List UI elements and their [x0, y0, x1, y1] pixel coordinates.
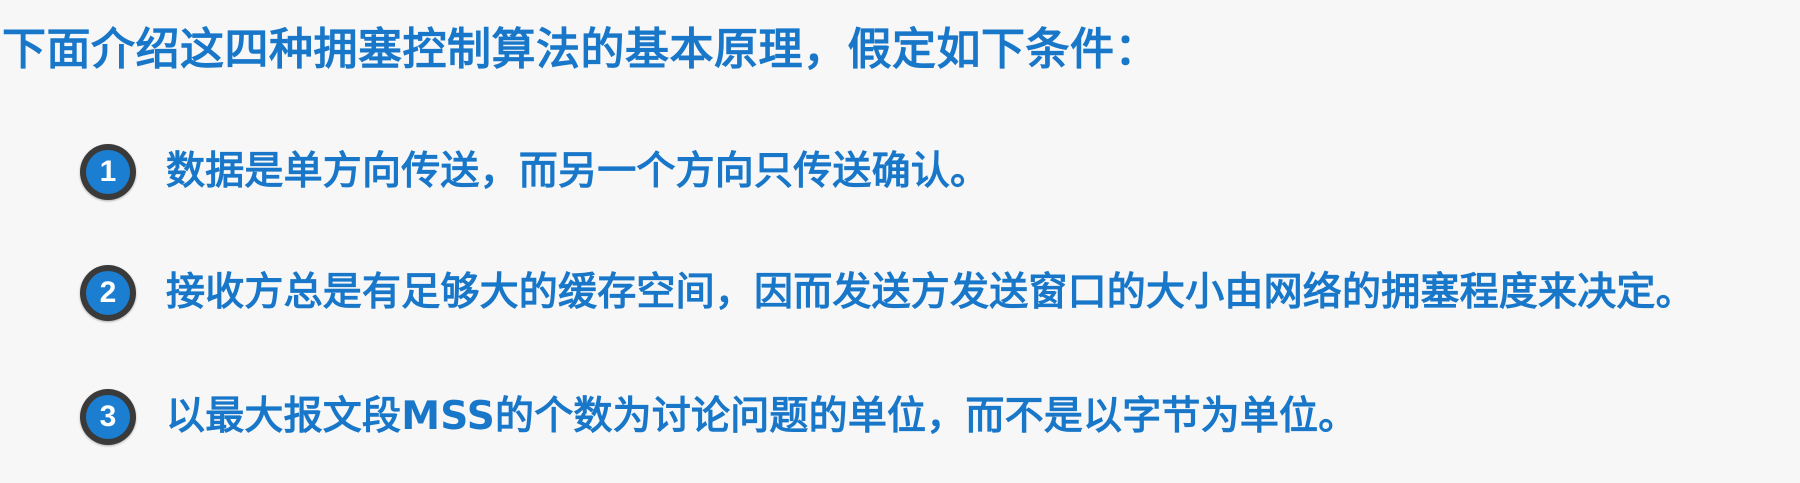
slide: 下面介绍这四种拥塞控制算法的基本原理，假定如下条件： 1 数据是单方向传送，而另… [0, 0, 1800, 483]
condition-item-2: 2 接收方总是有足够大的缓存空间，因而发送方发送窗口的大小由网络的拥塞程度来决定… [80, 257, 1695, 329]
slide-heading: 下面介绍这四种拥塞控制算法的基本原理，假定如下条件： [2, 24, 1159, 75]
number-badge-label: 3 [86, 395, 130, 439]
number-badge-2: 2 [80, 265, 136, 321]
condition-item-3: 3 以最大报文段MSS的个数为讨论问题的单位，而不是以字节为单位。 [80, 381, 1357, 453]
condition-item-1: 1 数据是单方向传送，而另一个方向只传送确认。 [80, 136, 989, 208]
condition-text-2: 接收方总是有足够大的缓存空间，因而发送方发送窗口的大小由网络的拥塞程度来决定。 [166, 270, 1695, 315]
number-badge-1: 1 [80, 144, 136, 200]
condition-text-3: 以最大报文段MSS的个数为讨论问题的单位，而不是以字节为单位。 [166, 394, 1358, 439]
condition-text-1: 数据是单方向传送，而另一个方向只传送确认。 [166, 149, 990, 194]
number-badge-3: 3 [80, 389, 136, 445]
number-badge-label: 2 [86, 271, 130, 315]
number-badge-label: 1 [86, 150, 130, 194]
